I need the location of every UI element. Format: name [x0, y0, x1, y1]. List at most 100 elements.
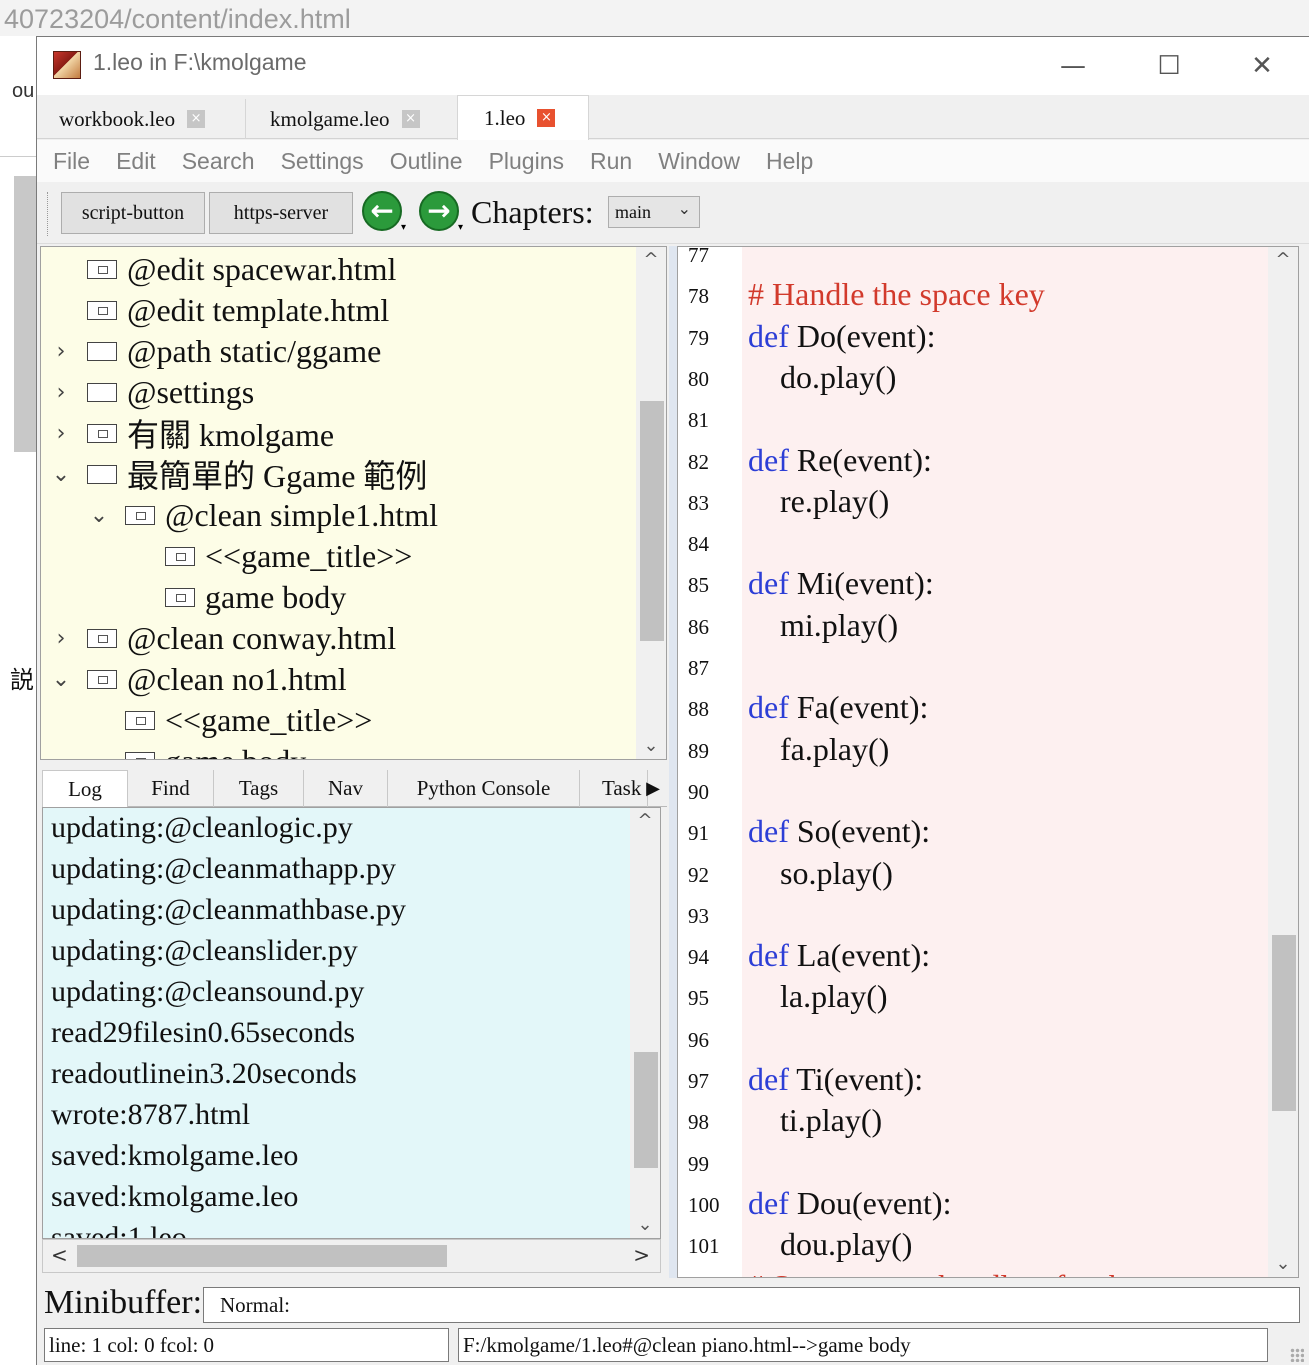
back-arrow-icon[interactable]: ← ▾ [362, 191, 406, 233]
scroll-thumb[interactable] [634, 1052, 658, 1168]
code-line[interactable]: ti.play() [748, 1100, 882, 1141]
code-line[interactable]: def So(event): [748, 811, 930, 852]
background-scrollbar [14, 176, 36, 452]
chapters-select[interactable]: main ⌄ [608, 196, 700, 228]
code-line[interactable]: def Fa(event): [748, 687, 928, 728]
outline-node[interactable]: @edit spacewar.html [49, 249, 396, 289]
scroll-right-icon[interactable]: > [633, 1243, 650, 1267]
code-line[interactable]: def Ti(event): [748, 1059, 923, 1100]
tab-task[interactable]: Task [580, 770, 648, 807]
minibuffer-input[interactable]: Normal: [203, 1287, 1300, 1323]
outline-node[interactable]: <<game_title>> [87, 700, 372, 740]
editor-scrollbar[interactable]: ^ ⌄ [1268, 247, 1298, 1277]
code-line[interactable]: la.play() [748, 976, 888, 1017]
tab-kmolgame[interactable]: kmolgame.leo × [246, 99, 458, 139]
code-line[interactable]: def Do(event): [748, 316, 935, 357]
code-line[interactable]: re.play() [748, 481, 889, 522]
scroll-left-icon[interactable]: < [51, 1243, 68, 1267]
menu-edit[interactable]: Edit [116, 148, 156, 175]
scroll-thumb[interactable] [77, 1245, 447, 1267]
tab-nav[interactable]: Nav [304, 770, 388, 807]
menu-plugins[interactable]: Plugins [489, 148, 564, 175]
close-window-button[interactable]: ✕ [1214, 37, 1309, 95]
outline-node[interactable]: ⌄ @clean no1.html [49, 659, 347, 699]
log-horizontal-scrollbar[interactable]: < > [42, 1239, 661, 1273]
tab-close-icon[interactable]: × [187, 110, 206, 128]
twisty-icon[interactable]: ⌄ [87, 503, 111, 528]
title-bar[interactable]: 1.leo in F:\kmolgame — ☐ ✕ [37, 37, 1309, 95]
code-line[interactable]: mi.play() [748, 605, 898, 646]
twisty-icon[interactable]: › [49, 339, 73, 364]
outline-node[interactable]: game body [87, 741, 306, 759]
scroll-thumb[interactable] [640, 401, 664, 641]
menu-run[interactable]: Run [590, 148, 632, 175]
tab-find[interactable]: Find [128, 770, 214, 807]
tab-1-leo[interactable]: 1.leo × [457, 95, 589, 140]
scroll-up-icon[interactable]: ^ [630, 808, 660, 834]
code-line[interactable]: so.play() [748, 853, 893, 894]
tab-close-icon[interactable]: × [537, 109, 556, 127]
tab-label: 1.leo [484, 105, 526, 130]
code-line[interactable]: # Set up event handlers for the app [748, 1266, 1193, 1278]
twisty-icon[interactable]: ⌄ [49, 667, 73, 692]
menu-outline[interactable]: Outline [390, 148, 463, 175]
forward-dropdown-icon[interactable]: ▾ [458, 223, 463, 233]
twisty-icon[interactable]: ⌄ [49, 462, 73, 487]
twisty-icon[interactable]: › [49, 380, 73, 405]
code-line[interactable]: # Handle the space key [748, 274, 1045, 315]
menu-help[interactable]: Help [766, 148, 813, 175]
menu-search[interactable]: Search [182, 148, 255, 175]
log-scrollbar[interactable]: ^ ⌄ [630, 808, 660, 1238]
twisty-icon[interactable]: › [49, 626, 73, 651]
scroll-up-icon[interactable]: ^ [1268, 247, 1298, 273]
code-line[interactable]: def Re(event): [748, 440, 932, 481]
code-line[interactable]: def La(event): [748, 935, 930, 976]
log-line: updating:@cleanmathapp.py [51, 852, 397, 885]
tab-python-console[interactable]: Python Console [388, 770, 580, 807]
outline-node[interactable]: ⌄ 最簡單的 Ggame 範例 [49, 454, 428, 494]
log-pane[interactable]: updating:@cleanlogic.py updating:@cleanm… [42, 807, 661, 1239]
code-line[interactable]: def Mi(event): [748, 563, 934, 604]
resize-grip-icon[interactable] [1290, 1348, 1304, 1362]
outline-node[interactable]: <<game_title>> [127, 536, 412, 576]
menu-window[interactable]: Window [658, 148, 740, 175]
twisty-icon[interactable]: › [49, 421, 73, 446]
outline-pane[interactable]: @edit spacewar.html @edit template.html … [40, 246, 667, 760]
minimize-button[interactable]: — [1025, 37, 1121, 95]
outline-node[interactable]: ⌄ @clean simple1.html [87, 495, 438, 535]
forward-arrow-icon[interactable]: → ▾ [419, 191, 463, 233]
outline-node[interactable]: › 有關 kmolgame [49, 413, 335, 453]
tab-close-icon[interactable]: × [401, 110, 420, 128]
script-button[interactable]: script-button [61, 192, 205, 234]
pane-splitter[interactable] [669, 246, 677, 1278]
outline-scrollbar[interactable]: ^ ⌄ [636, 247, 666, 759]
scroll-up-icon[interactable]: ^ [636, 247, 666, 273]
scroll-down-icon[interactable]: ⌄ [630, 1212, 660, 1238]
scroll-down-icon[interactable]: ⌄ [636, 733, 666, 759]
code-line[interactable]: do.play() [748, 357, 896, 398]
code-line[interactable]: dou.play() [748, 1224, 912, 1265]
outline-node[interactable]: › @path static/ggame [49, 331, 382, 371]
scroll-thumb[interactable] [1272, 935, 1296, 1111]
body-editor[interactable]: 77 78 # Handle the space key 79 def Do(event… [677, 246, 1299, 1278]
code-line[interactable]: fa.play() [748, 729, 889, 770]
outline-node[interactable]: @edit template.html [49, 290, 389, 330]
tabs-scroll-right-icon[interactable]: ▶ [640, 770, 666, 807]
menu-settings[interactable]: Settings [281, 148, 364, 175]
back-dropdown-icon[interactable]: ▾ [401, 223, 406, 233]
maximize-button[interactable]: ☐ [1121, 37, 1217, 95]
code-line[interactable]: def Dou(event): [748, 1183, 951, 1224]
https-server-button[interactable]: https-server [209, 192, 353, 234]
menu-file[interactable]: File [53, 148, 90, 175]
tab-tags[interactable]: Tags [214, 770, 304, 807]
code-text: La(event): [788, 937, 931, 974]
tab-log[interactable]: Log [42, 770, 128, 807]
line-number: 100 [688, 1192, 720, 1217]
toolbar-grip[interactable] [47, 192, 50, 236]
leo-window: 1.leo in F:\kmolgame — ☐ ✕ workbook.leo … [36, 36, 1309, 1365]
outline-node[interactable]: › @clean conway.html [49, 618, 396, 658]
scroll-down-icon[interactable]: ⌄ [1268, 1251, 1298, 1277]
tab-workbook[interactable]: workbook.leo × [37, 99, 246, 139]
outline-node[interactable]: › @settings [49, 372, 255, 412]
outline-node[interactable]: game body [127, 577, 346, 617]
